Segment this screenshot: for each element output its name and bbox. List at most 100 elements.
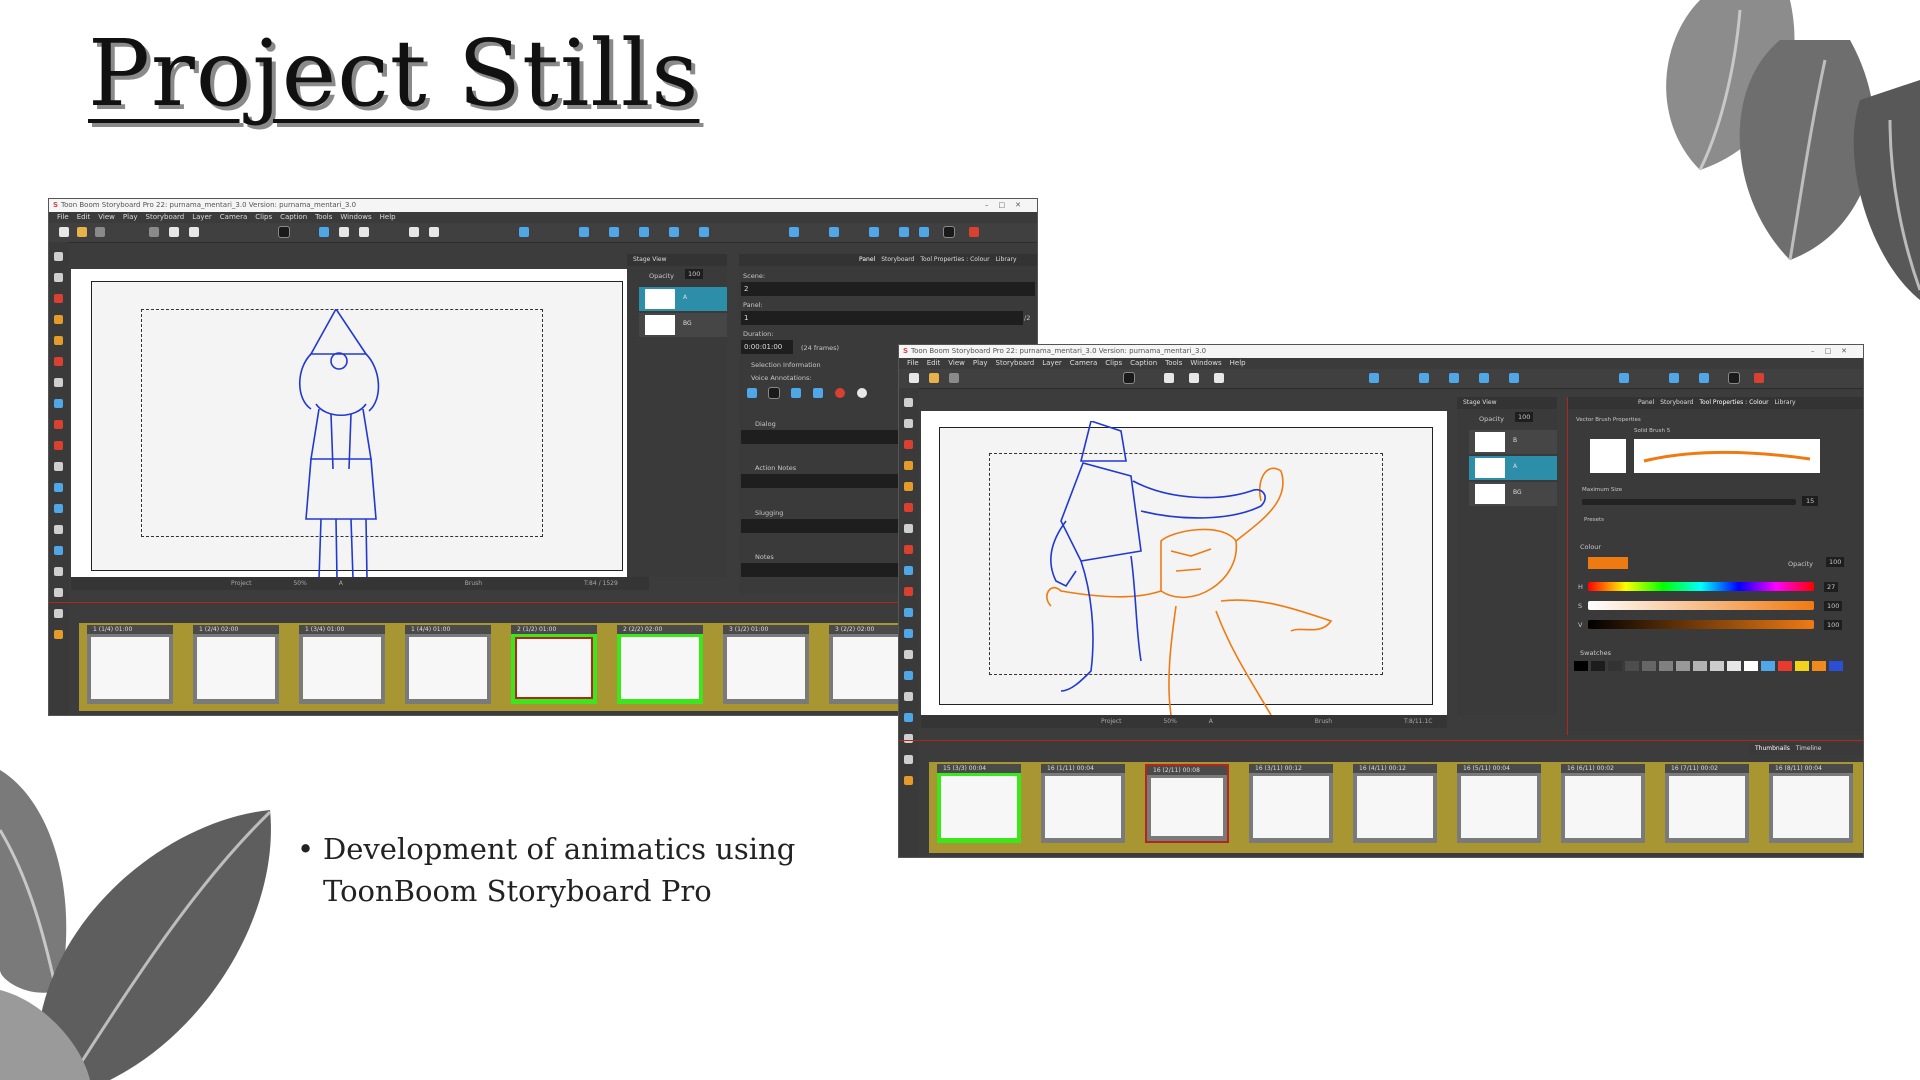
colour-swatch[interactable] <box>1727 661 1741 671</box>
colour-swatch[interactable] <box>1795 661 1809 671</box>
duration-field[interactable]: 0:00:01:00 <box>741 340 793 354</box>
grid-icon[interactable] <box>319 227 329 237</box>
view-icon[interactable] <box>429 227 439 237</box>
colour-swatch[interactable] <box>1812 661 1826 671</box>
colour-swatch[interactable] <box>1761 661 1775 671</box>
thumbnail-panel[interactable]: 1 (1/4) 01:00 <box>87 625 173 704</box>
menu-file[interactable]: File <box>907 359 919 367</box>
text-tool-icon[interactable] <box>904 524 913 533</box>
layer-row-bg[interactable]: BG <box>1469 482 1557 506</box>
menu-file[interactable]: File <box>57 213 69 221</box>
play-icon[interactable] <box>869 227 879 237</box>
layer-tool-icon[interactable] <box>54 567 63 576</box>
menu-windows[interactable]: Windows <box>1190 359 1221 367</box>
eraser-tool-icon[interactable] <box>904 503 913 512</box>
menu-help[interactable]: Help <box>380 213 396 221</box>
layout-icon[interactable] <box>1189 373 1199 383</box>
tab-panel[interactable]: Panel <box>1638 399 1654 406</box>
colour-section-label[interactable]: Colour <box>1580 543 1601 551</box>
panel-icon[interactable] <box>1214 373 1224 383</box>
stage-view[interactable] <box>71 269 649 579</box>
menu-play[interactable]: Play <box>973 359 988 367</box>
tips-icon[interactable] <box>54 630 63 639</box>
thumbnail-panel[interactable]: 1 (3/4) 01:00 <box>299 625 385 704</box>
eraser-tool-icon[interactable] <box>54 357 63 366</box>
prev-frame-icon[interactable] <box>829 227 839 237</box>
pencil-tool-icon[interactable] <box>904 461 913 470</box>
menu-view[interactable]: View <box>98 213 115 221</box>
select-tool-icon[interactable] <box>54 252 63 261</box>
dropper-tool-icon[interactable] <box>904 587 913 596</box>
notes-icon[interactable] <box>904 755 913 764</box>
loop-icon[interactable] <box>899 227 909 237</box>
colour-swatch[interactable] <box>1591 661 1605 671</box>
voice-record-icon[interactable] <box>835 388 845 398</box>
camera-rotate-icon[interactable] <box>639 227 649 237</box>
dialog-field[interactable] <box>741 430 901 444</box>
colour-opacity-value[interactable]: 100 <box>1826 557 1845 567</box>
play-icon[interactable] <box>1669 373 1679 383</box>
menu-play[interactable]: Play <box>123 213 138 221</box>
paint-tool-icon[interactable] <box>54 420 63 429</box>
first-frame-icon[interactable] <box>789 227 799 237</box>
new-icon[interactable] <box>909 373 919 383</box>
tab-tool-properties[interactable]: Tool Properties : Colour <box>920 256 989 263</box>
saturation-slider[interactable] <box>1588 601 1814 610</box>
3d-icon[interactable] <box>519 227 529 237</box>
menu-storyboard[interactable]: Storyboard <box>146 213 185 221</box>
menu-storyboard[interactable]: Storyboard <box>996 359 1035 367</box>
colour-swatch[interactable] <box>1693 661 1707 671</box>
value-slider[interactable] <box>1588 620 1814 629</box>
thumbnail-panel[interactable]: 16 (3/11) 00:12 <box>1249 764 1333 843</box>
shape-tool-icon[interactable] <box>904 566 913 575</box>
morph-tool-icon[interactable] <box>54 546 63 555</box>
open-icon[interactable] <box>77 227 87 237</box>
sound-icon[interactable] <box>919 227 929 237</box>
paint-tool-icon[interactable] <box>904 545 913 554</box>
transform-tool-icon[interactable] <box>54 273 63 282</box>
camera-rotate-icon[interactable] <box>1479 373 1489 383</box>
select-tool-icon[interactable] <box>904 398 913 407</box>
save-icon[interactable] <box>95 227 105 237</box>
colour-swatch[interactable] <box>1659 661 1673 671</box>
colour-swatch[interactable] <box>1608 661 1622 671</box>
menu-help[interactable]: Help <box>1230 359 1246 367</box>
saturation-value[interactable]: 100 <box>1824 601 1843 611</box>
layer-row-b[interactable]: B <box>1469 430 1557 454</box>
opacity-value[interactable]: 100 <box>1515 412 1534 422</box>
layer-tool-icon[interactable] <box>904 692 913 701</box>
value-value[interactable]: 100 <box>1824 620 1843 630</box>
tab-library[interactable]: Library <box>996 256 1017 263</box>
colour-swatch[interactable] <box>1625 661 1639 671</box>
max-size-value[interactable]: 15 <box>1802 496 1819 506</box>
first-frame-icon[interactable] <box>1619 373 1629 383</box>
tab-library[interactable]: Library <box>1775 399 1796 406</box>
brush-tool-icon[interactable] <box>904 440 913 449</box>
open-icon[interactable] <box>929 373 939 383</box>
colour-swatch[interactable] <box>1778 661 1792 671</box>
shape-tool-icon[interactable] <box>54 399 63 408</box>
thumbnail-panel[interactable]: 16 (5/11) 00:04 <box>1457 764 1541 843</box>
tab-tool-properties[interactable]: Tool Properties : Colour <box>1699 399 1768 406</box>
camera-icon[interactable] <box>579 227 589 237</box>
stamp-tool-icon[interactable] <box>904 482 913 491</box>
thumbnail-panel[interactable]: 1 (4/4) 01:00 <box>405 625 491 704</box>
record-icon[interactable] <box>969 227 979 237</box>
tab-timeline[interactable]: Timeline <box>1796 745 1822 752</box>
tab-thumbnails[interactable]: Thumbnails <box>1755 745 1790 752</box>
swatches-label[interactable]: Swatches <box>1580 649 1611 657</box>
layout-icon[interactable] <box>339 227 349 237</box>
table-icon[interactable] <box>409 227 419 237</box>
voice-annotations-label[interactable]: Voice Annotations: <box>751 374 812 382</box>
thumbnail-panel-current[interactable]: 2 (2/2) 02:00 <box>617 625 703 704</box>
voice-next-icon[interactable] <box>813 388 823 398</box>
voice-stop-icon[interactable] <box>768 387 780 399</box>
notes-icon[interactable] <box>54 609 63 618</box>
menu-caption[interactable]: Caption <box>1130 359 1157 367</box>
tab-storyboard[interactable]: Storyboard <box>881 256 914 263</box>
menu-clips[interactable]: Clips <box>255 213 272 221</box>
cut-icon[interactable] <box>149 227 159 237</box>
thumbnail-panel-selected[interactable]: 16 (2/11) 00:08 <box>1145 764 1229 843</box>
layer-row-bg[interactable]: BG <box>639 313 727 337</box>
colour-swatch[interactable] <box>1574 661 1588 671</box>
